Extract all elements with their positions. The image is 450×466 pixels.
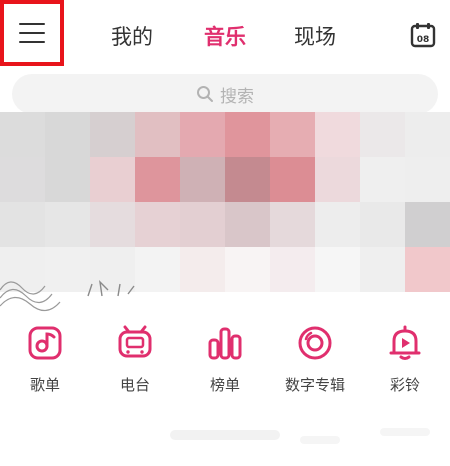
banner-tile [225,202,270,247]
nav-ringtone-label: 彩铃 [389,376,420,394]
tab-music[interactable]: 音乐 [204,22,246,52]
quick-nav: 歌单 电台 榜单 数字专辑 彩铃 [0,318,450,402]
banner-tile [270,202,315,247]
banner-tile [90,112,135,157]
banner-tile [270,247,315,292]
nav-radio[interactable]: 电台 [90,318,180,395]
banner-tile [135,157,180,202]
calendar-icon[interactable]: 08 [410,22,436,48]
nav-ringtone[interactable]: 彩铃 [360,318,450,395]
nav-playlist-label: 歌单 [29,376,60,394]
banner-tile [360,157,405,202]
banner-tile [225,247,270,292]
banner-tile [45,202,90,247]
nav-playlist[interactable]: 歌单 [0,318,90,395]
banner-tile [135,112,180,157]
banner-tile [225,112,270,157]
playlist-icon [28,326,62,360]
menu-icon [19,23,45,43]
banner-tile [315,202,360,247]
banner-tile [0,202,45,247]
chart-bars-icon [208,327,242,360]
banner-tile [180,157,225,202]
tab-mine[interactable]: 我的 [111,22,153,52]
nav-radio-label: 电台 [119,376,150,394]
banner-tile [225,157,270,202]
ringtone-bell-icon [389,325,421,360]
radio-icon [118,325,152,358]
banner-tile [360,112,405,157]
banner-sketch-decoration [0,280,135,312]
banner-tile [180,112,225,157]
banner-tile [405,157,450,202]
banner-tile [270,292,315,314]
banner-tile [135,202,180,247]
banner-tile [360,292,405,314]
menu-button[interactable] [0,0,64,66]
banner-tile [405,112,450,157]
banner-tile [360,202,405,247]
tab-live[interactable]: 现场 [294,22,336,52]
banner-tile [180,247,225,292]
nav-charts[interactable]: 榜单 [180,318,270,395]
nav-digital-album-label: 数字专辑 [284,376,345,394]
banner-tile [270,157,315,202]
banner-tile [315,247,360,292]
banner-tile [225,292,270,314]
banner-tile [90,202,135,247]
banner-tile [45,112,90,157]
bottom-content-preview [0,416,450,466]
banner-tile [270,112,315,157]
banner-tile [315,292,360,314]
banner-tile [90,157,135,202]
search-icon [197,86,213,102]
banner-tile [180,202,225,247]
calendar-day: 08 [417,35,430,45]
banner-tile [405,247,450,292]
search-placeholder: 搜索 [220,86,254,107]
banner-tile [360,247,405,292]
banner-tile [405,202,450,247]
disc-icon [298,326,332,360]
banner-tile [45,157,90,202]
banner-tile [0,112,45,157]
search-bar[interactable]: 搜索 [12,74,438,114]
nav-charts-label: 榜单 [209,376,240,394]
banner-tile [0,157,45,202]
banner-tile [315,112,360,157]
banner-tile [180,292,225,314]
nav-digital-album[interactable]: 数字专辑 [270,318,360,395]
top-bar: 我的 音乐 现场 08 [0,0,450,72]
banner-tile [315,157,360,202]
banner-tile [405,292,450,314]
